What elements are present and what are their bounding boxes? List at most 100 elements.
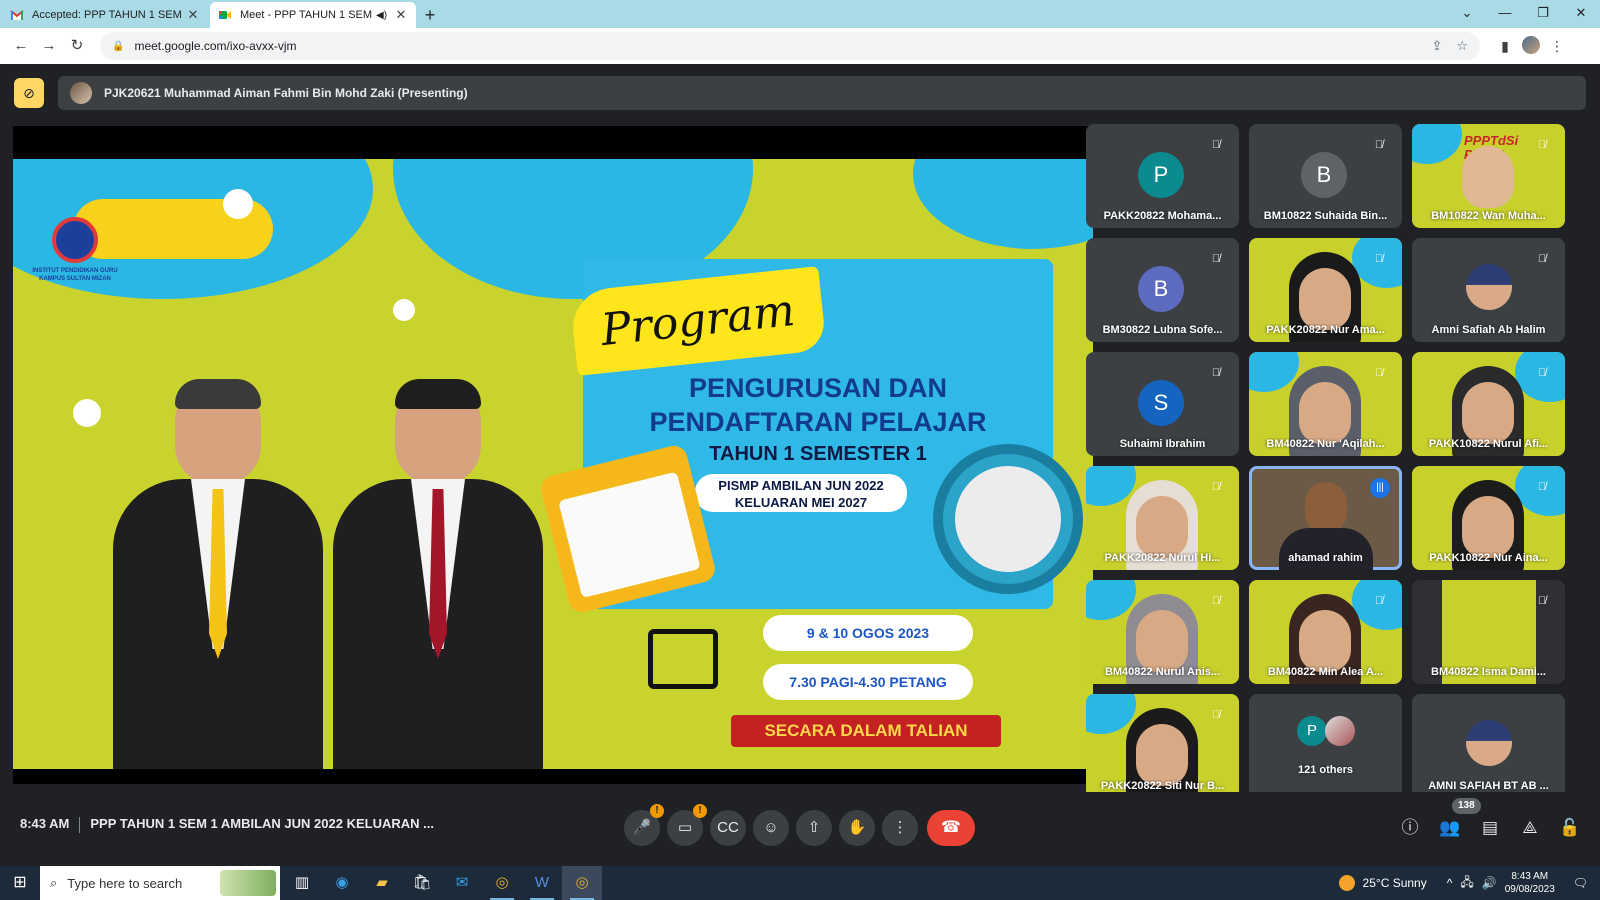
participant-tile[interactable]: 🎙̸ Amni Safiah Ab Halim — [1412, 238, 1565, 342]
participant-tile[interactable]: PPPTdSi PISMP 🎙̸ BM10822 Wan Muha... — [1412, 124, 1565, 228]
presenting-bar: ⊘ PJK20621 Muhammad Aiman Fahmi Bin Mohd… — [14, 76, 1586, 110]
file-explorer-icon[interactable]: ▰ — [362, 866, 402, 900]
bookmark-star-icon[interactable]: ☆ — [1456, 38, 1468, 54]
participant-name: BM10822 Suhaida Bin... — [1263, 210, 1388, 222]
chrome-profile-icon[interactable]: ◎ — [562, 866, 602, 900]
active-speaker-tile[interactable]: ||| ahamad rahim — [1249, 466, 1402, 570]
restore-icon[interactable]: ❐ — [1524, 0, 1562, 28]
chat-button[interactable]: ▤ — [1474, 812, 1506, 844]
meeting-title: PPP TAHUN 1 SEM 1 AMBILAN JUN 2022 KELUA… — [90, 816, 434, 831]
tab-title: Accepted: PPP TAHUN 1 SEM 1 A — [32, 9, 186, 21]
reload-icon[interactable]: ↻ — [64, 33, 90, 59]
forward-icon[interactable]: → — [36, 33, 62, 59]
show-hidden-icons[interactable]: ^ — [1447, 876, 1453, 890]
microphone-button[interactable]: 🎤! — [624, 804, 664, 846]
leave-call-button[interactable]: ☎ — [927, 810, 975, 846]
new-tab-button[interactable]: + — [416, 2, 444, 28]
more-options-button[interactable]: ⋮ — [882, 810, 918, 846]
back-icon[interactable]: ← — [8, 33, 34, 59]
date-pill: 9 & 10 OGOS 2023 — [763, 615, 973, 651]
presentation-slide: INSTITUT PENDIDIKAN GURU KAMPUS SULTAN M… — [13, 159, 1093, 769]
mic-off-icon: 🎙̸ — [1211, 139, 1221, 151]
participant-tile[interactable]: P 🎙̸ PAKK20822 Mohama... — [1086, 124, 1239, 228]
close-window-icon[interactable]: ✕ — [1562, 0, 1600, 28]
stop-presenting-icon[interactable]: ⊘ — [14, 78, 44, 108]
lock-person-icon: 🔓 — [1559, 818, 1581, 837]
participant-tile[interactable]: 🎙̸ PAKK20822 Nurul Hi... — [1086, 466, 1239, 570]
reactions-button[interactable]: ☺ — [753, 810, 789, 846]
participant-name: Amni Safiah Ab Halim — [1431, 324, 1546, 336]
call-controls-bar: 8:43 AM PPP TAHUN 1 SEM 1 AMBILAN JUN 202… — [0, 792, 1600, 866]
present-screen-icon: ⇧ — [807, 819, 821, 836]
mic-off-icon: 🎙̸ — [1537, 253, 1547, 265]
chrome-icon[interactable]: ◎ — [482, 866, 522, 900]
taskbar-search[interactable]: ⌕ Type here to search — [40, 866, 280, 900]
captions-button[interactable]: CC — [710, 810, 746, 846]
search-placeholder: Type here to search — [67, 875, 183, 891]
participant-tile[interactable]: 🎙̸ BM40822 Isma Dami... — [1412, 580, 1565, 684]
participant-tile[interactable]: AMNI SAFIAH BT AB ... — [1412, 694, 1565, 798]
participant-photo — [1466, 720, 1512, 766]
meet-area: ⊘ PJK20621 Muhammad Aiman Fahmi Bin Mohd… — [0, 64, 1600, 866]
official-left — [113, 379, 323, 769]
participant-tile[interactable]: 🎙̸ PAKK20822 Siti Nur B... — [1086, 694, 1239, 798]
participant-tile[interactable]: 🎙̸ BM40822 Nurul Anis... — [1086, 580, 1239, 684]
decor-blob — [913, 159, 1093, 249]
participant-tile[interactable]: 🎙̸ PAKK10822 Nurul Afi... — [1412, 352, 1565, 456]
notifications-icon[interactable]: 🗨 — [1573, 876, 1588, 890]
tab-meet[interactable]: Meet - PPP TAHUN 1 SEM 1 ◀) ✕ — [210, 2, 416, 28]
decor-dot — [393, 299, 415, 321]
store-icon[interactable]: 🛍 — [402, 866, 442, 900]
host-controls-button[interactable]: 🔓 — [1554, 812, 1586, 844]
participant-tile[interactable]: 🎙̸ PAKK10822 Nur Aina... — [1412, 466, 1565, 570]
browser-tab-strip: Accepted: PPP TAHUN 1 SEM 1 A ✕ Meet - P… — [0, 0, 1600, 28]
participant-name: BM40822 Isma Dami... — [1431, 666, 1546, 678]
participant-name: BM10822 Wan Muha... — [1431, 210, 1546, 222]
warning-icon: ! — [693, 804, 707, 818]
network-icon[interactable]: 🖧 — [1460, 873, 1473, 894]
edge-icon[interactable]: ◉ — [322, 866, 362, 900]
hand-icon: ✋ — [847, 819, 867, 836]
warning-icon: ! — [650, 804, 664, 818]
minimize-icon[interactable]: — — [1486, 0, 1524, 28]
phone-hangup-icon: ☎ — [941, 819, 961, 836]
share-icon[interactable]: ⇪ — [1431, 38, 1442, 54]
captions-icon: CC — [717, 819, 739, 836]
mic-off-icon: 🎙̸ — [1211, 709, 1221, 721]
participant-tile[interactable]: S 🎙̸ Suhaimi Ibrahim — [1086, 352, 1239, 456]
camera-button[interactable]: ▭! — [667, 804, 707, 846]
volume-icon[interactable]: 🔊 — [1482, 876, 1497, 890]
close-tab-icon[interactable]: ✕ — [186, 7, 200, 23]
menu-kebab-icon[interactable]: ⋮ — [1544, 38, 1570, 55]
shared-screen[interactable]: INSTITUT PENDIDIKAN GURU KAMPUS SULTAN M… — [13, 126, 1093, 784]
profile-avatar[interactable] — [1518, 35, 1544, 57]
weather-sun-icon[interactable] — [1338, 875, 1355, 891]
raise-hand-button[interactable]: ✋ — [839, 810, 875, 846]
participant-tile[interactable]: 🎙̸ BM40822 Min Alea A... — [1249, 580, 1402, 684]
taskbar-clock[interactable]: 8:43 AM 09/08/2023 — [1505, 870, 1555, 896]
others-tile[interactable]: P 121 others — [1249, 694, 1402, 798]
audio-playing-icon[interactable]: ◀) — [376, 10, 390, 21]
close-tab-icon[interactable]: ✕ — [394, 7, 408, 23]
present-button[interactable]: ⇧ — [796, 810, 832, 846]
people-button[interactable]: 👥 — [1434, 812, 1466, 844]
participant-tile[interactable]: B 🎙̸ BM30822 Lubna Sofe... — [1086, 238, 1239, 342]
participant-name: Suhaimi Ibrahim — [1119, 438, 1206, 450]
participant-tile[interactable]: 🎙̸ PAKK20822 Nur Ama... — [1249, 238, 1402, 342]
mic-off-icon: 🎙̸ — [1374, 139, 1384, 151]
participant-tile[interactable]: B 🎙̸ BM10822 Suhaida Bin... — [1249, 124, 1402, 228]
side-panel-icon[interactable]: ▮ — [1492, 38, 1518, 55]
windows-start-icon[interactable]: ⊞ — [0, 866, 40, 900]
lock-icon[interactable]: 🔒 — [112, 41, 124, 52]
tab-gmail[interactable]: Accepted: PPP TAHUN 1 SEM 1 A ✕ — [2, 2, 208, 28]
others-count: 121 others — [1297, 764, 1354, 776]
task-view-icon[interactable]: ▥ — [282, 866, 322, 900]
weather-text[interactable]: 25°C Sunny — [1363, 876, 1427, 890]
activities-button[interactable]: ⟁ — [1514, 812, 1546, 844]
address-bar[interactable]: 🔒 meet.google.com/ixo-avxx-vjm ⇪ ☆ — [100, 32, 1480, 60]
tab-search-icon[interactable]: ⌄ — [1448, 0, 1486, 28]
mail-icon[interactable]: ✉ — [442, 866, 482, 900]
participant-tile[interactable]: 🎙̸ BM40822 Nur 'Aqilah... — [1249, 352, 1402, 456]
meeting-details-button[interactable]: ⓘ — [1394, 812, 1426, 844]
word-icon[interactable]: W — [522, 866, 562, 900]
